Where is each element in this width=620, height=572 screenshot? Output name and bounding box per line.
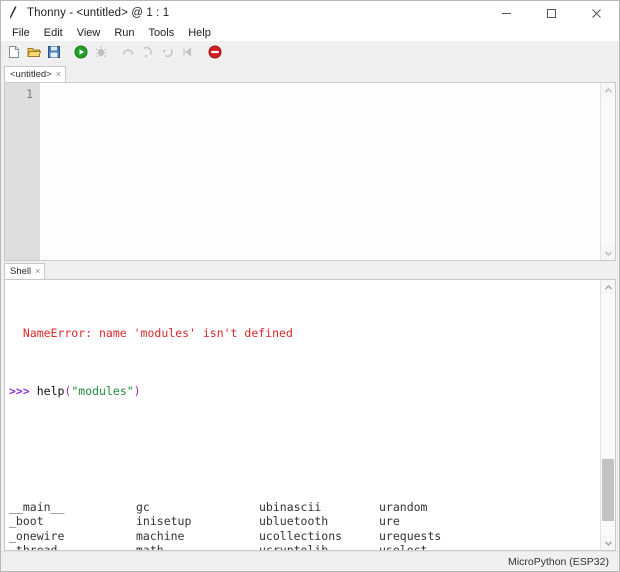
minimize-icon [502, 12, 511, 14]
module-name: _onewire [9, 528, 65, 543]
module-name: ubinascii [259, 499, 322, 514]
editor-tab-untitled[interactable]: <untitled> × [4, 66, 66, 82]
close-icon [592, 8, 601, 18]
toolbar [1, 41, 619, 63]
shell-blank-line [9, 442, 600, 456]
window-controls [484, 1, 619, 25]
module-name: ucryptolib [259, 543, 379, 550]
editor-scroll-up-button[interactable] [601, 83, 615, 97]
menu-item-tools[interactable]: Tools [142, 25, 182, 41]
menu-item-help[interactable]: Help [181, 25, 218, 41]
editor-scroll-track[interactable] [601, 97, 615, 246]
editor-tabstrip: <untitled> × [4, 65, 616, 82]
status-bar: MicroPython (ESP32) [1, 551, 619, 571]
editor-text-area[interactable] [40, 83, 600, 260]
editor-notebook: <untitled> × 1 [1, 63, 619, 261]
module-name: ubluetooth [259, 514, 329, 529]
menu-bar: File Edit View Run Tools Help [1, 25, 619, 41]
close-button[interactable] [574, 1, 619, 25]
chevron-up-icon [604, 284, 612, 289]
shell-command-argument: "modules" [71, 384, 134, 399]
shell-tabstrip: Shell × [4, 262, 616, 279]
shell-tab-close-icon[interactable]: × [35, 267, 40, 276]
shell-tab-label: Shell [10, 266, 32, 277]
run-icon [74, 45, 88, 58]
module-name: urandom [379, 499, 428, 514]
step-into-button[interactable] [139, 43, 157, 61]
open-file-icon [27, 47, 41, 57]
shell-scrollbar[interactable] [600, 280, 615, 550]
shell-scroll-down-button[interactable] [601, 536, 615, 550]
module-name: inisetup [136, 514, 192, 529]
module-name: ure [379, 514, 400, 529]
run-button[interactable] [72, 43, 90, 61]
module-name: _boot [9, 514, 44, 529]
editor-body: 1 [4, 82, 616, 261]
shell-prompt: >>> [9, 384, 30, 399]
module-name: ucollections [259, 528, 343, 543]
module-name: gc [136, 499, 150, 514]
shell-command-line: >>> help("modules") [9, 384, 600, 398]
resume-icon [183, 46, 192, 57]
maximize-button[interactable] [529, 1, 574, 25]
step-out-button[interactable] [159, 43, 177, 61]
chevron-up-icon [604, 87, 612, 92]
menu-item-file[interactable]: File [5, 25, 37, 41]
resume-button[interactable] [179, 43, 197, 61]
editor-line-numbers: 1 [5, 83, 40, 260]
shell-modules-list: __main__ gc ubinascii urandom _boot inisetup u… [9, 500, 600, 550]
stop-button[interactable] [206, 43, 224, 61]
thonny-window: Thonny - <untitled> @ 1 : 1 File Edit Vi… [0, 0, 620, 572]
module-name: math [136, 543, 259, 550]
menu-item-run[interactable]: Run [107, 25, 141, 41]
module-name: _thread [9, 543, 136, 550]
module-name: urequests [379, 528, 442, 543]
module-name: uselect [379, 543, 600, 550]
editor-scroll-down-button[interactable] [601, 246, 615, 260]
save-file-icon [48, 45, 60, 58]
shell-scroll-up-button[interactable] [601, 280, 615, 294]
chevron-down-icon [604, 251, 612, 256]
menu-item-edit[interactable]: Edit [37, 25, 70, 41]
shell-error-line: NameError: name 'modules' isn't defined [9, 326, 293, 341]
window-title: Thonny - <untitled> @ 1 : 1 [27, 7, 170, 19]
editor-tab-close-icon[interactable]: × [56, 70, 61, 79]
module-name: __main__ [9, 499, 65, 514]
minimize-button[interactable] [484, 1, 529, 25]
thonny-logo-icon [8, 6, 20, 20]
shell-scroll-thumb[interactable] [602, 458, 614, 522]
editor-tab-label: <untitled> [10, 69, 52, 80]
menu-item-view[interactable]: View [70, 25, 108, 41]
step-over-icon [122, 48, 134, 55]
save-file-button[interactable] [45, 43, 63, 61]
title-bar-left: Thonny - <untitled> @ 1 : 1 [1, 6, 169, 20]
new-file-button[interactable] [5, 43, 23, 61]
shell-scroll-track[interactable] [601, 294, 615, 536]
debug-button[interactable] [92, 43, 110, 61]
shell-notebook: Shell × NameError: name 'modules' isn't … [1, 261, 619, 551]
chevron-down-icon [604, 541, 612, 546]
stop-icon [208, 45, 222, 58]
shell-output[interactable]: NameError: name 'modules' isn't defined … [5, 280, 600, 550]
step-out-icon [163, 48, 173, 57]
shell-command-name: help [36, 384, 65, 399]
shell-body: NameError: name 'modules' isn't defined … [4, 279, 616, 551]
shell-command-space [30, 384, 37, 398]
debug-icon [95, 45, 107, 57]
open-file-button[interactable] [25, 43, 43, 61]
module-name: machine [136, 528, 185, 543]
title-bar: Thonny - <untitled> @ 1 : 1 [1, 1, 619, 25]
maximize-icon [547, 8, 556, 18]
shell-tab[interactable]: Shell × [4, 263, 46, 279]
new-file-icon [9, 45, 19, 58]
step-over-button[interactable] [119, 43, 137, 61]
interpreter-status[interactable]: MicroPython (ESP32) [508, 556, 609, 568]
shell-command-close-paren: ) [133, 384, 141, 399]
editor-scrollbar[interactable] [600, 83, 615, 260]
step-into-icon [143, 46, 152, 57]
